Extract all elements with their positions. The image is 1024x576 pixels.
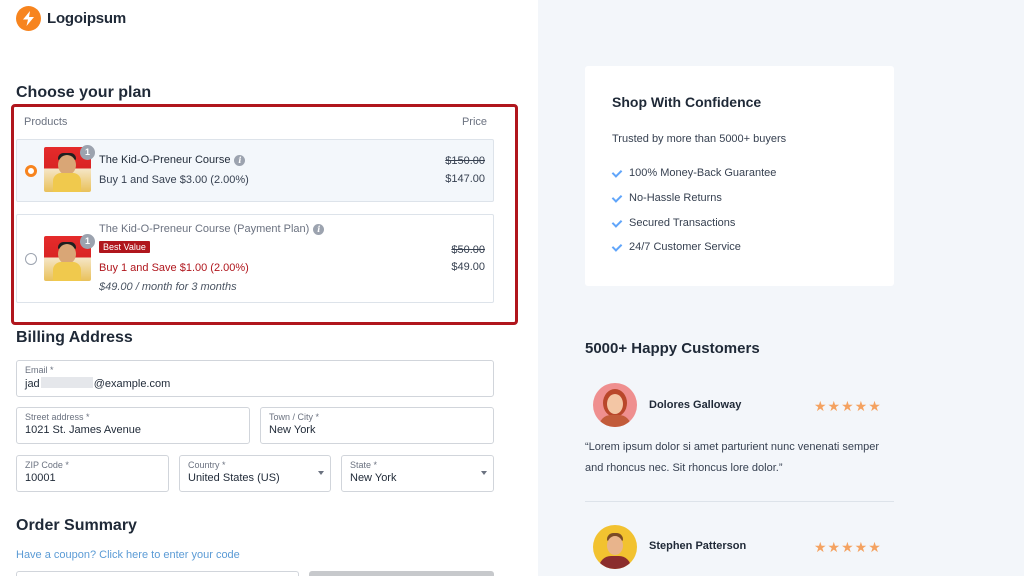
street-label: Street address * (25, 412, 90, 422)
product-new-price: $49.00 (451, 261, 485, 273)
product-name: The Kid-O-Preneur Course i (99, 154, 246, 166)
product-new-price: $147.00 (445, 173, 485, 185)
product-name-text: The Kid-O-Preneur Course (Payment Plan) (99, 223, 310, 235)
divider (585, 501, 894, 502)
feature-text: 24/7 Customer Service (629, 241, 741, 253)
zip-code-field[interactable]: ZIP Code * 10001 (16, 455, 169, 492)
feature-item: 100% Money-Back Guarantee (612, 167, 776, 179)
lightning-bolt-icon (16, 6, 41, 31)
testimonial-quote: “Lorem ipsum dolor si amet parturient nu… (585, 441, 880, 474)
checkmark-icon (612, 218, 622, 228)
logo[interactable]: Logoipsum (16, 6, 126, 31)
testimonials-title: 5000+ Happy Customers (585, 340, 760, 357)
email-value-end: @example.com (93, 378, 171, 390)
email-value-start: jad (25, 378, 40, 390)
product-radio-unselected[interactable] (25, 253, 37, 265)
email-field[interactable]: Email * jad @example.com (16, 360, 494, 397)
quantity-badge: 1 (80, 234, 95, 249)
order-summary-title: Order Summary (16, 517, 137, 534)
star-rating: ★★★★★ (814, 398, 882, 414)
checkout-panel: Logoipsum Choose your plan Products Pric… (0, 0, 538, 576)
redacted-region (40, 377, 93, 388)
email-value: jad @example.com (25, 377, 170, 390)
feature-text: Secured Transactions (629, 217, 736, 229)
quantity-badge: 1 (80, 145, 95, 160)
confidence-subtitle: Trusted by more than 5000+ buyers (612, 133, 787, 145)
street-value: 1021 St. James Avenue (25, 424, 141, 436)
confidence-card: Shop With Confidence Trusted by more tha… (585, 66, 894, 286)
avatar (593, 383, 637, 427)
customer-name: Stephen Patterson (649, 540, 747, 552)
checkmark-icon (612, 193, 622, 203)
product-option-payment-plan[interactable]: 1 The Kid-O-Preneur Course (Payment Plan… (16, 214, 494, 303)
products-column-header: Products (24, 116, 68, 128)
confidence-title: Shop With Confidence (612, 94, 762, 110)
state-label: State * (350, 460, 378, 470)
city-value: New York (269, 424, 316, 436)
product-old-price: $50.00 (451, 244, 485, 256)
feature-item: 24/7 Customer Service (612, 241, 741, 253)
state-value: New York (350, 472, 397, 484)
coupon-input[interactable] (16, 571, 299, 576)
country-select[interactable]: Country * United States (US) (179, 455, 331, 492)
product-option-full[interactable]: 1 The Kid-O-Preneur Course i Buy 1 and S… (16, 139, 494, 202)
feature-item: No-Hassle Returns (612, 192, 722, 204)
apply-coupon-button[interactable] (309, 571, 494, 576)
feature-item: Secured Transactions (612, 217, 735, 229)
star-rating: ★★★★★ (814, 539, 882, 555)
chevron-down-icon (481, 471, 487, 475)
city-label: Town / City * (269, 412, 320, 422)
country-value: United States (US) (188, 472, 280, 484)
info-icon[interactable]: i (313, 223, 325, 235)
logo-text: Logoipsum (47, 10, 127, 27)
street-address-field[interactable]: Street address * 1021 St. James Avenue (16, 407, 250, 444)
zip-value: 10001 (25, 472, 56, 484)
product-monthly-price: $49.00 / month for 3 months (99, 281, 237, 293)
feature-text: No-Hassle Returns (629, 192, 722, 204)
product-name-text: The Kid-O-Preneur Course (99, 154, 231, 166)
plan-table-header: Products Price (24, 116, 487, 128)
email-label: Email * (25, 365, 54, 375)
checkmark-icon (612, 242, 622, 252)
price-column-header: Price (461, 116, 487, 128)
billing-title: Billing Address (16, 329, 133, 346)
product-name: The Kid-O-Preneur Course (Payment Plan) … (99, 223, 325, 235)
zip-label: ZIP Code * (25, 460, 69, 470)
coupon-link[interactable]: Have a coupon? Click here to enter your … (16, 549, 240, 561)
product-savings: Buy 1 and Save $1.00 (2.00%) (99, 262, 249, 274)
city-field[interactable]: Town / City * New York (260, 407, 494, 444)
product-radio-selected[interactable] (25, 165, 37, 177)
product-savings: Buy 1 and Save $3.00 (2.00%) (99, 174, 249, 186)
checkmark-icon (612, 168, 622, 178)
product-old-price: $150.00 (445, 155, 485, 167)
chevron-down-icon (318, 471, 324, 475)
customer-name: Dolores Galloway (649, 399, 742, 411)
state-select[interactable]: State * New York (341, 455, 494, 492)
avatar (593, 525, 637, 569)
country-label: Country * (188, 460, 226, 470)
best-value-badge: Best Value (99, 241, 150, 253)
info-icon[interactable]: i (234, 154, 246, 166)
feature-text: 100% Money-Back Guarantee (629, 167, 777, 179)
plan-title: Choose your plan (16, 84, 152, 101)
